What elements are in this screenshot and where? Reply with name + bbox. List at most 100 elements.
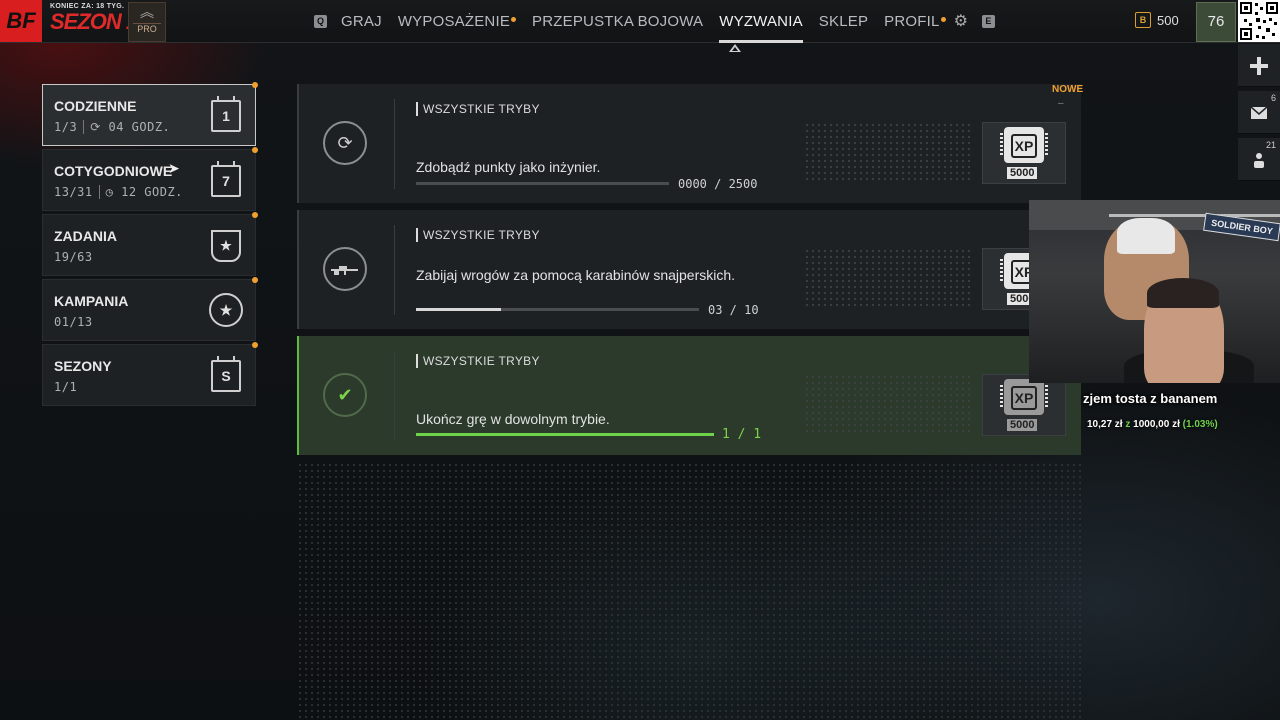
challenge-list: ⟳ WSZYSTKIE TRYBY Zdobądź punkty jako in… (297, 84, 1083, 462)
active-tab-caret-icon (729, 44, 741, 52)
dot-pattern (804, 374, 974, 434)
calendar-icon: 7 (211, 161, 241, 197)
dot-pattern (804, 122, 974, 182)
calendar-icon: S (211, 356, 241, 392)
engineer-icon: ⟳ (323, 121, 367, 165)
challenge-progress-text: 1 / 1 (722, 427, 762, 442)
calendar-icon: 1 (211, 96, 241, 132)
mail-count: 6 (1270, 93, 1276, 103)
challenge-categories: CODZIENNE 1/3 ⟳ 04 GODZ. 1 COTYGODNIOWE 1… (42, 82, 258, 409)
category-progress: 01/13 (54, 315, 93, 329)
side-rail: 6 21 (1238, 44, 1280, 185)
challenge-mode: WSZYSTKIE TRYBY (416, 354, 540, 368)
mouse-cursor-icon: ➤ (168, 160, 180, 176)
category-title: SEZONY (54, 358, 112, 374)
clock-icon: ◷ (105, 185, 114, 199)
category-title: CODZIENNE (54, 98, 137, 114)
challenge-progress-text: 03 / 10 (708, 303, 759, 317)
challenge-description: Zdobądź punkty jako inżynier. (416, 159, 601, 175)
new-badge-dash: – (1058, 98, 1064, 109)
nav-wyzwania[interactable]: WYZWANIA (719, 13, 803, 43)
category-progress: 19/63 (54, 250, 93, 264)
challenge-card[interactable]: WSZYSTKIE TRYBY Zabijaj wrogów za pomocą… (297, 210, 1081, 329)
notification-dot (252, 212, 258, 218)
nav-sklep[interactable]: SKLEP (819, 13, 868, 30)
notification-dot (252, 277, 258, 283)
currency-icon: B (1135, 12, 1151, 28)
donation-goal-title: zjem tosta z bananem (1083, 391, 1218, 406)
category-title: ZADANIA (54, 228, 117, 244)
reward-amount: 5000 (1007, 167, 1038, 179)
star-circle-icon: ★ (209, 293, 243, 327)
qr-code (1238, 0, 1280, 42)
progress-fill (416, 308, 501, 311)
category-title: COTYGODNIOWE (54, 163, 173, 179)
notification-dot (252, 147, 258, 153)
friends-count: 21 (1265, 140, 1276, 150)
background-dot-pattern (297, 462, 1081, 720)
nav-graj[interactable]: GRAJ (341, 13, 382, 30)
notification-dot (252, 342, 258, 348)
dot-pattern (804, 248, 974, 308)
category-kampania[interactable]: KAMPANIA 01/13 ★ (42, 277, 258, 341)
xp-chip-icon: XP (1000, 379, 1048, 415)
sniper-rifle-icon (323, 247, 367, 291)
challenge-progress-bar (416, 308, 699, 311)
nav-wyposazenie[interactable]: WYPOSAŻENIE (398, 13, 517, 30)
reward-box[interactable]: XP 5000 (982, 374, 1066, 436)
cam-poster-hat (1117, 218, 1175, 254)
challenge-mode: WSZYSTKIE TRYBY (416, 102, 540, 116)
reward-box[interactable]: XP 5000 (982, 122, 1066, 184)
challenge-mode: WSZYSTKIE TRYBY (416, 228, 540, 242)
category-progress: 1/1 (54, 380, 78, 394)
currency-balance[interactable]: B 500 (1135, 12, 1179, 28)
currency-amount: 500 (1157, 12, 1179, 28)
game-logo: BF (0, 0, 42, 42)
key-hint-e: E (981, 14, 995, 28)
cam-person-hair (1147, 278, 1219, 308)
progress-fill (416, 433, 714, 436)
player-level[interactable]: 76 (1196, 2, 1236, 42)
checkmark-icon: ✔ (323, 373, 367, 417)
category-sezony[interactable]: SEZONY 1/1 S (42, 342, 258, 406)
notification-dot (511, 16, 517, 22)
shield-star-icon: ★ (211, 230, 241, 262)
friends-button[interactable]: 21 (1238, 138, 1280, 181)
nav-profil[interactable]: PROFIL (884, 13, 946, 30)
top-bar: BF KONIEC ZA: 18 TYG. SEZON 1. ︽ PRO Q G… (0, 0, 1280, 43)
divider (394, 351, 395, 441)
challenge-card[interactable]: ⟳ WSZYSTKIE TRYBY Zdobądź punkty jako in… (297, 84, 1083, 203)
notification-dot (252, 82, 258, 88)
category-title: KAMPANIA (54, 293, 129, 309)
donation-goal-amount: 10,27 zł z 1000,00 zł (1.03%) (1087, 419, 1218, 430)
challenge-progress-bar (416, 433, 714, 436)
friends-icon (1254, 153, 1264, 169)
challenge-description: Zabijaj wrogów za pomocą karabinów snajp… (416, 267, 736, 283)
challenge-card-completed[interactable]: ✔ WSZYSTKIE TRYBY Ukończ grę w dowolnym … (297, 336, 1081, 455)
divider (394, 225, 395, 315)
notification-dot (940, 16, 946, 22)
rank-label: PRO (133, 23, 161, 34)
rank-badge[interactable]: ︽ PRO (128, 2, 166, 42)
category-progress: 1/3 ⟳ 04 GODZ. (54, 120, 171, 134)
gear-icon[interactable]: ⚙ (954, 11, 968, 31)
key-hint-q: Q (314, 14, 327, 28)
category-cotygodniowe[interactable]: COTYGODNIOWE 13/31 ◷ 12 GODZ. 7 (42, 147, 258, 211)
nav-przepustka-bojowa[interactable]: PRZEPUSTKA BOJOWA (532, 13, 703, 30)
category-zadania[interactable]: ZADANIA 19/63 ★ (42, 212, 258, 276)
category-timer: ◷ 12 GODZ. (98, 185, 183, 199)
reward-amount: 5000 (1007, 419, 1038, 431)
plus-icon[interactable] (1238, 44, 1280, 87)
main-nav: Q GRAJ WYPOSAŻENIE PRZEPUSTKA BOJOWA WYZ… (314, 0, 995, 43)
category-codzienne[interactable]: CODZIENNE 1/3 ⟳ 04 GODZ. 1 (42, 82, 258, 146)
rank-chevron-icon: ︽ (140, 4, 154, 20)
refresh-icon: ⟳ (90, 120, 101, 134)
category-progress: 13/31 ◷ 12 GODZ. (54, 185, 183, 199)
mail-button[interactable]: 6 (1238, 91, 1280, 134)
divider (394, 99, 395, 189)
challenge-description: Ukończ grę w dowolnym trybie. (416, 411, 610, 427)
xp-chip-icon: XP (1000, 127, 1048, 163)
cam-rail (1109, 214, 1280, 217)
category-timer: ⟳ 04 GODZ. (83, 120, 170, 134)
mail-icon (1250, 106, 1268, 120)
